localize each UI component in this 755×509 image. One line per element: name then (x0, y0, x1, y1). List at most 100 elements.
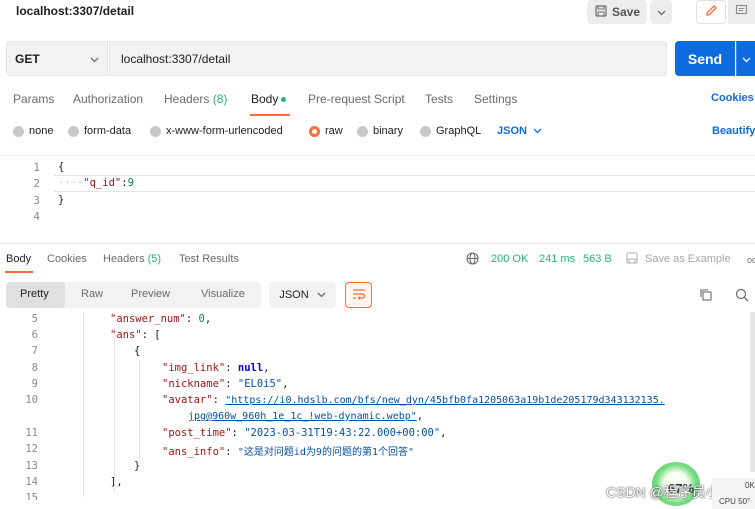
save-dropdown-button[interactable] (650, 0, 672, 24)
radio-raw[interactable]: raw (309, 125, 343, 137)
url-input[interactable]: localhost:3307/detail (109, 41, 667, 76)
tab-params[interactable]: Params (13, 92, 54, 106)
current-line-highlight (54, 175, 755, 192)
view-pretty[interactable]: Pretty (20, 288, 49, 300)
json-value: "这是对问题id为9的问题的第1个回答" (237, 447, 414, 458)
line-number: 5 (31, 313, 38, 325)
line-number: 3 (33, 194, 40, 207)
indent-guide (83, 312, 84, 497)
status-code[interactable]: 200 OK (491, 253, 528, 265)
line-number: 8 (31, 362, 38, 374)
pane-divider[interactable] (0, 243, 755, 244)
avatar-link-continued[interactable]: jpg@960w_960h_1e_1c_!web-dynamic.webp" (188, 411, 417, 422)
radio-circle-selected (309, 125, 320, 137)
response-tab-headers[interactable]: Headers (5) (103, 253, 161, 265)
request-title: localhost:3307/detail (16, 4, 135, 18)
code-line: "nickname": "EL0i5", (162, 378, 289, 390)
active-tab-underline (250, 114, 290, 116)
beautify-link[interactable]: Beautify (712, 125, 755, 137)
radio-circle (357, 125, 368, 137)
response-tab-headers-label: Headers (103, 253, 145, 265)
edit-button[interactable] (696, 0, 726, 24)
line-number: 10 (25, 394, 38, 406)
code-line: } (58, 194, 65, 206)
method-select[interactable]: GET (6, 41, 108, 76)
send-button[interactable]: Send (675, 41, 735, 76)
active-response-tab-underline (5, 271, 33, 273)
json-value: 9 (127, 177, 134, 189)
wrap-icon (352, 288, 366, 303)
copy-icon[interactable] (699, 288, 713, 305)
wrap-lines-button[interactable] (345, 282, 372, 308)
response-format-select[interactable]: JSON (269, 282, 336, 308)
method-label: GET (15, 51, 40, 66)
view-visualize[interactable]: Visualize (201, 288, 245, 300)
code-line: "ans": [ (110, 329, 161, 341)
radio-form-data[interactable]: form-data (68, 125, 131, 137)
tab-headers-label: Headers (164, 92, 210, 106)
tab-body[interactable]: Body (251, 92, 287, 106)
system-tray: 0K CPU 50° (712, 478, 755, 509)
chevron-down-icon (742, 52, 751, 66)
tab-headers[interactable]: Headers (8) (164, 92, 227, 106)
url-value: localhost:3307/detail (121, 51, 231, 66)
code-line: "post_time": "2023-03-31T19:43:22.000+00… (162, 427, 447, 439)
send-dropdown-button[interactable] (736, 41, 755, 76)
avatar-link[interactable]: "https://i0.hdslb.com/bfs/new_dyn/45bfb0… (225, 395, 665, 406)
body-format-select[interactable]: JSON (497, 125, 542, 137)
response-scrollbar[interactable] (750, 312, 755, 472)
json-key: "ans" (110, 329, 142, 341)
save-button[interactable]: Save (587, 0, 647, 24)
json-value: null (237, 362, 264, 374)
radio-x-www-form-urlencoded[interactable]: x-www-form-urlencoded (150, 125, 283, 137)
view-preview[interactable]: Preview (131, 288, 170, 300)
cookies-link[interactable]: Cookies (711, 92, 754, 104)
response-size[interactable]: 563 B (583, 253, 612, 265)
json-key: "answer_num" (110, 313, 186, 325)
tab-tests[interactable]: Tests (425, 92, 453, 106)
more-options-icon[interactable]: oo (747, 255, 755, 265)
tray-network-rate: 0K (745, 481, 755, 490)
radio-label: GraphQL (436, 125, 482, 137)
response-tab-body[interactable]: Body (6, 253, 31, 265)
response-format-label: JSON (279, 289, 309, 301)
line-number: 13 (25, 460, 38, 472)
radio-circle (68, 125, 79, 137)
json-key: "q_id" (83, 177, 122, 189)
tab-settings[interactable]: Settings (474, 92, 517, 106)
search-icon[interactable] (735, 288, 749, 305)
chevron-down-icon (533, 125, 542, 137)
json-key: "post_time" (162, 427, 232, 439)
response-tab-cookies[interactable]: Cookies (47, 253, 87, 265)
punct: , (416, 410, 424, 422)
pencil-icon (705, 4, 718, 20)
radio-binary[interactable]: binary (357, 125, 403, 137)
chevron-down-icon (317, 289, 326, 301)
save-as-example-button[interactable]: Save as Example (645, 253, 731, 265)
line-number: 14 (25, 476, 38, 488)
radio-label: none (29, 125, 54, 137)
radio-graphql[interactable]: GraphQL (420, 125, 481, 137)
response-time[interactable]: 241 ms (539, 253, 575, 265)
radio-none[interactable]: none (13, 125, 53, 137)
request-body-editor[interactable] (0, 155, 755, 240)
documentation-button[interactable] (728, 0, 755, 24)
json-value: [ (154, 329, 161, 341)
json-key: "avatar" (162, 394, 213, 406)
tray-cpu: CPU 50° (719, 497, 751, 506)
json-key: "img_link" (162, 362, 226, 374)
line-number: 12 (25, 443, 38, 455)
line-number: 2 (33, 177, 40, 190)
tab-body-label: Body (251, 92, 279, 106)
code-line: "answer_num": 0, (110, 313, 212, 325)
globe-icon[interactable] (466, 252, 479, 268)
radio-label: raw (325, 125, 343, 137)
response-tab-test-results[interactable]: Test Results (179, 253, 239, 265)
save-label: Save (612, 5, 641, 19)
tab-pre-request-script[interactable]: Pre-request Script (308, 92, 405, 106)
code-line: { (58, 161, 65, 173)
tab-authorization[interactable]: Authorization (73, 92, 143, 106)
view-raw[interactable]: Raw (81, 288, 103, 300)
code-line: "ans_info": "这是对问题id为9的问题的第1个回答" (162, 446, 414, 458)
punct: , (282, 378, 289, 390)
